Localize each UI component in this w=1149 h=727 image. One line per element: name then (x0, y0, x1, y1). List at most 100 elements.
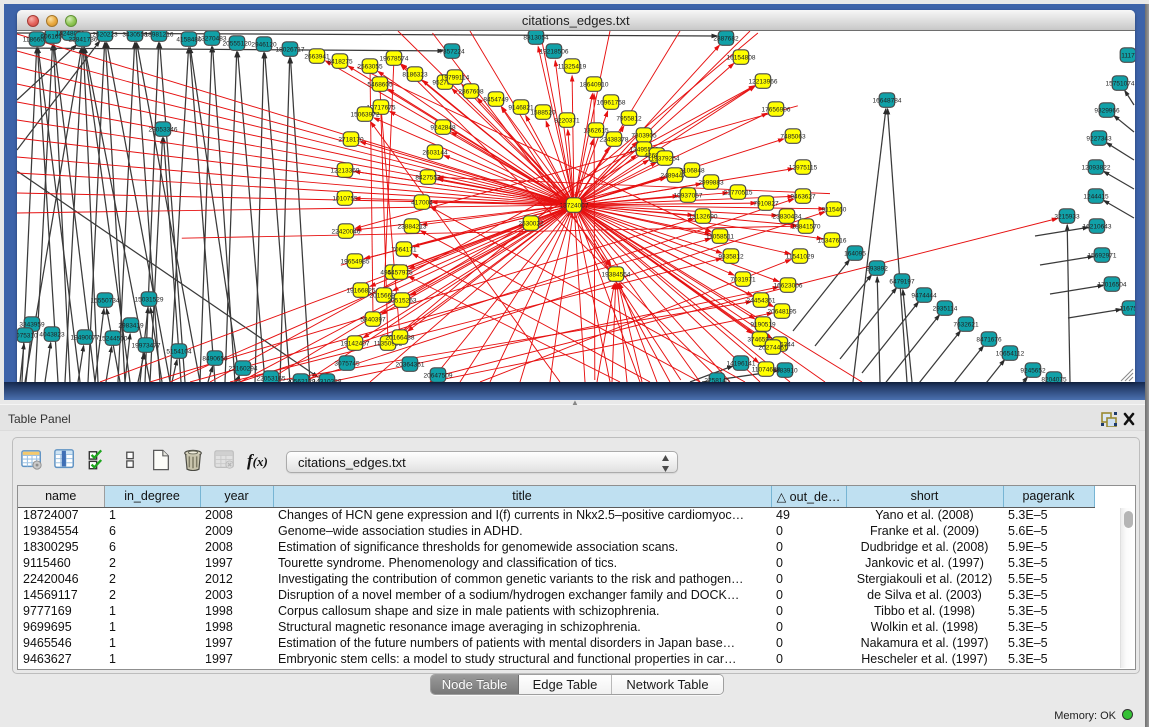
svg-text:2530022: 2530022 (518, 221, 544, 228)
svg-text:16210643: 16210643 (1083, 224, 1112, 231)
svg-text:20166438: 20166438 (386, 335, 415, 342)
svg-text:3215933: 3215933 (1054, 214, 1080, 221)
svg-text:7303905: 7303905 (631, 133, 657, 140)
svg-text:16961758: 16961758 (597, 100, 626, 107)
svg-text:4457975: 4457975 (387, 270, 413, 277)
svg-text:22420046: 22420046 (332, 229, 361, 236)
svg-text:2935114: 2935114 (933, 306, 958, 313)
svg-text:22438378: 22438378 (600, 137, 629, 144)
svg-text:417004: 417004 (411, 200, 433, 207)
svg-text:2946120: 2946120 (251, 42, 277, 49)
svg-text:1010755: 1010755 (332, 196, 358, 203)
svg-text:1117: 1117 (1121, 53, 1134, 60)
svg-text:13132690: 13132690 (689, 214, 718, 221)
svg-text:9463627: 9463627 (790, 194, 816, 201)
svg-text:12975115: 12975115 (789, 165, 818, 172)
svg-text:22053165: 22053165 (257, 376, 286, 383)
svg-text:116753: 116753 (1119, 306, 1134, 313)
svg-text:10654112: 10654112 (996, 351, 1025, 358)
svg-text:19218506: 19218506 (540, 49, 569, 56)
svg-text:15031529: 15031529 (135, 297, 164, 304)
svg-text:2999883: 2999883 (698, 180, 724, 187)
svg-text:20274461: 20274461 (759, 345, 788, 352)
svg-text:8813054: 8813054 (523, 35, 549, 42)
svg-text:2867608: 2867608 (458, 89, 484, 96)
svg-text:15550734: 15550734 (91, 298, 120, 305)
svg-text:7064171: 7064171 (391, 247, 417, 254)
svg-text:22160294: 22160294 (229, 366, 258, 373)
svg-text:9227343: 9227343 (1086, 136, 1112, 143)
svg-text:2563055: 2563055 (357, 64, 383, 71)
svg-text:19973477: 19973477 (132, 343, 161, 350)
svg-text:20562129: 20562129 (287, 379, 316, 383)
svg-text:8186323: 8186323 (402, 72, 428, 79)
svg-text:8490656: 8490656 (202, 356, 228, 363)
svg-text:16154808: 16154808 (727, 55, 756, 62)
svg-text:8454749: 8454749 (483, 97, 509, 104)
svg-text:20648195: 20648195 (768, 309, 797, 316)
svg-text:2258145: 2258145 (704, 378, 730, 383)
svg-text:29053346: 29053346 (149, 127, 178, 134)
svg-text:7910827: 7910827 (753, 201, 779, 208)
svg-text:11058511: 11058511 (706, 234, 734, 241)
svg-text:21770515: 21770515 (724, 190, 753, 197)
svg-text:4043823: 4043823 (39, 332, 65, 339)
svg-text:1362615: 1362615 (583, 128, 609, 135)
svg-text:8220371: 8220371 (554, 118, 580, 125)
svg-text:12213369: 12213369 (331, 168, 360, 175)
svg-text:19490077: 19490077 (71, 335, 100, 342)
svg-text:9329966: 9329966 (1094, 108, 1120, 115)
svg-text:7632621: 7632621 (953, 322, 979, 329)
svg-text:8418275: 8418275 (327, 59, 353, 66)
svg-text:14310388: 14310388 (313, 379, 342, 383)
svg-text:18841570: 18841570 (792, 224, 821, 231)
svg-text:15244500: 15244500 (99, 336, 128, 343)
svg-text:9115460: 9115460 (822, 207, 847, 214)
svg-text:16648784: 16648784 (873, 98, 902, 105)
svg-text:20555120: 20555120 (223, 41, 252, 48)
svg-text:1588520: 1588520 (530, 110, 556, 117)
svg-text:23884213: 23884213 (398, 224, 427, 231)
svg-text:12213966: 12213966 (749, 79, 778, 86)
svg-text:19799114: 19799114 (441, 75, 470, 82)
svg-text:20647509: 20647509 (424, 373, 453, 380)
svg-text:11074688: 11074688 (752, 367, 781, 374)
svg-text:18026717: 18026717 (276, 47, 305, 54)
svg-text:7357224: 7357224 (439, 49, 465, 56)
svg-text:9075310: 9075310 (17, 333, 38, 340)
svg-text:9245652: 9245652 (1020, 368, 1046, 375)
svg-text:7031971: 7031971 (730, 277, 756, 284)
svg-text:8471676: 8471676 (976, 337, 1002, 344)
svg-text:9335812: 9335812 (718, 254, 744, 261)
svg-text:2887682: 2887682 (713, 36, 739, 43)
svg-text:11541029: 11541029 (786, 254, 815, 261)
svg-text:9190519: 9190519 (750, 322, 776, 329)
svg-text:8427552: 8427552 (415, 175, 441, 182)
svg-text:893892: 893892 (866, 266, 888, 273)
svg-text:19678574: 19678574 (380, 56, 409, 63)
svg-text:12093822: 12093822 (1082, 165, 1111, 172)
svg-text:5468605: 5468605 (367, 82, 393, 89)
svg-text:19379254: 19379254 (651, 156, 680, 163)
svg-text:23830434: 23830434 (773, 214, 802, 221)
svg-text:5154104: 5154104 (166, 349, 192, 356)
svg-text:17656906: 17656906 (762, 107, 791, 114)
svg-text:11325419: 11325419 (558, 64, 587, 71)
svg-text:19654985: 19654985 (341, 259, 370, 266)
svg-text:2663941: 2663941 (304, 54, 330, 61)
svg-text:20364361: 20364361 (396, 362, 425, 369)
svg-text:1244415: 1244415 (1083, 194, 1109, 201)
svg-text:2718170: 2718170 (338, 137, 364, 144)
svg-text:3075745: 3075745 (334, 361, 360, 368)
svg-text:2620223: 2620223 (92, 32, 118, 39)
svg-text:18981216: 18981216 (145, 32, 174, 39)
svg-text:19937057: 19937057 (674, 193, 703, 200)
svg-text:5840397: 5840397 (360, 317, 386, 324)
svg-text:6479197: 6479197 (889, 279, 915, 286)
svg-text:15347616: 15347616 (818, 238, 847, 245)
svg-text:2983419: 2983419 (118, 323, 144, 330)
svg-text:15063972: 15063972 (351, 112, 380, 119)
svg-text:17016504: 17016504 (1098, 282, 1127, 289)
svg-text:7955812: 7955812 (616, 116, 642, 123)
svg-text:18640910: 18640910 (580, 82, 609, 89)
